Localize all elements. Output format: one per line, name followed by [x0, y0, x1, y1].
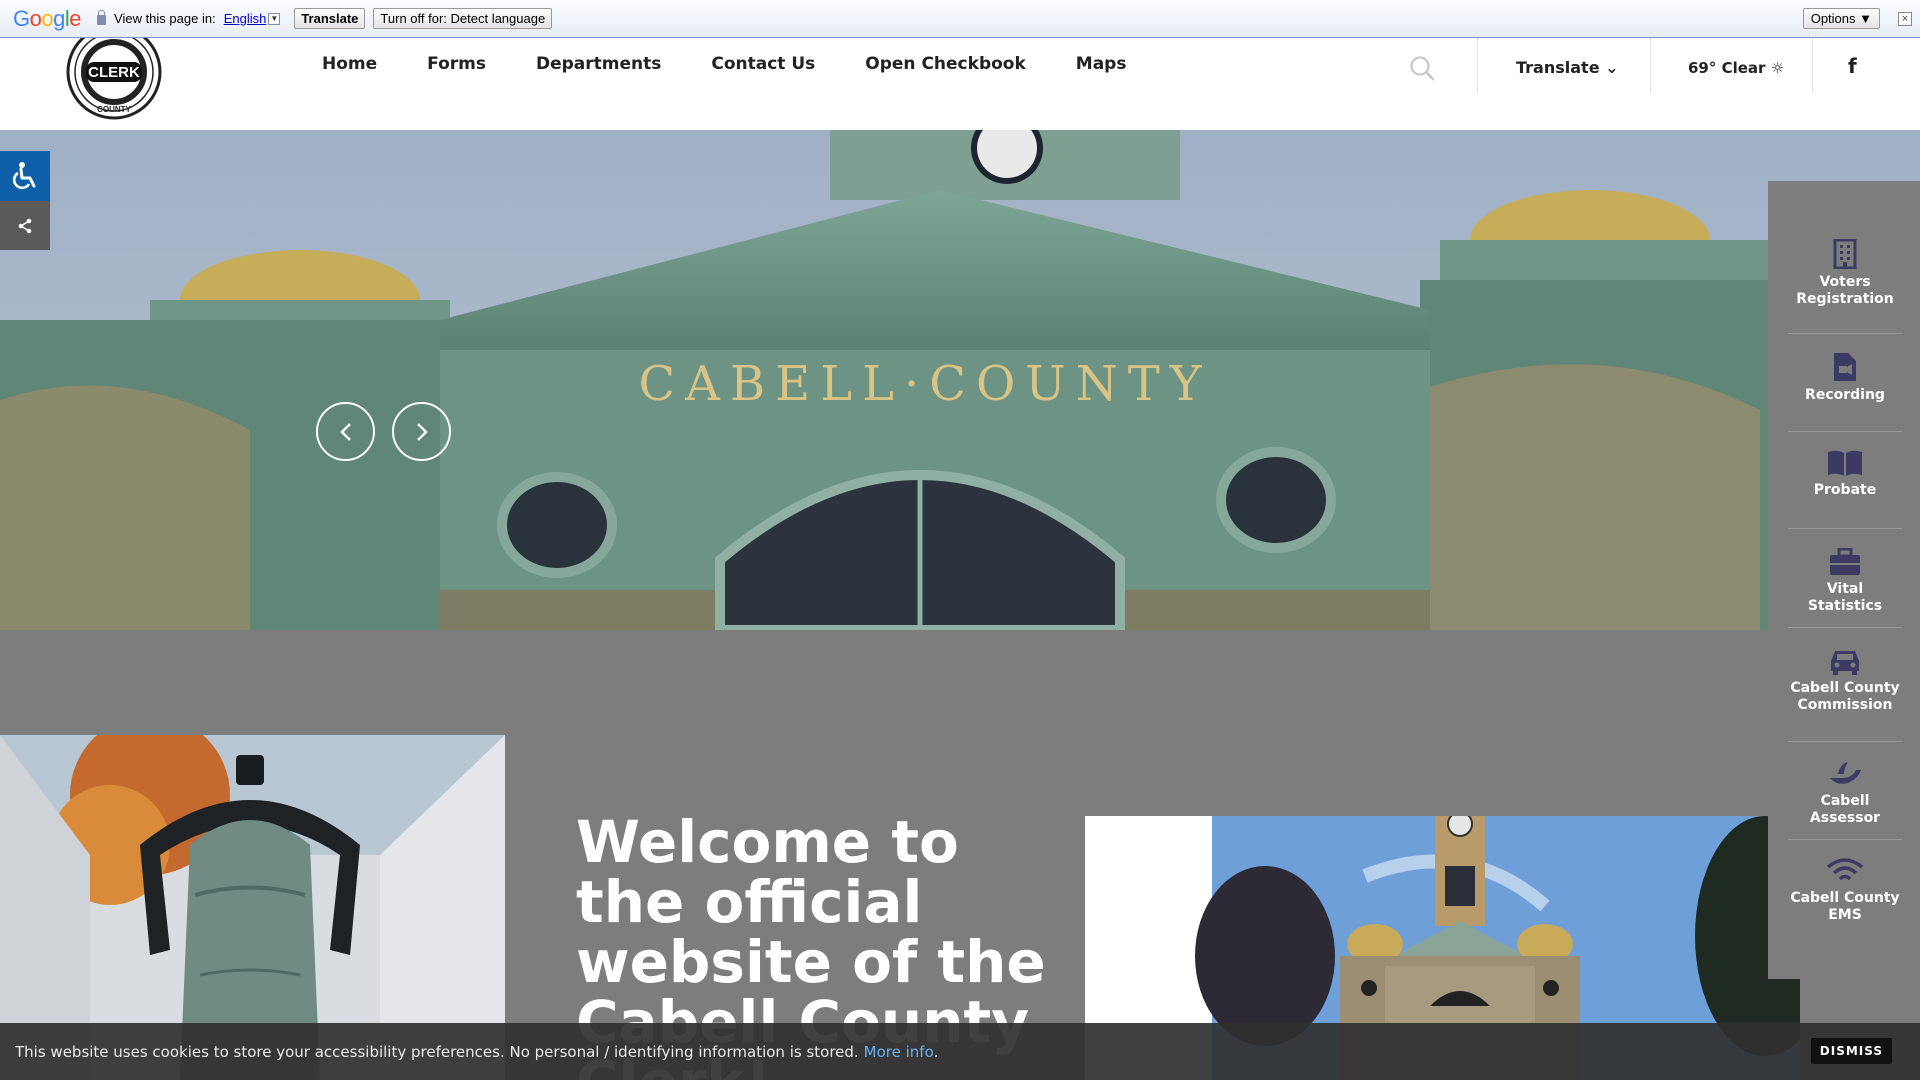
logo-text: CLERK: [88, 64, 140, 81]
quick-link-label: Cabell Assessor: [1809, 793, 1881, 826]
close-icon[interactable]: ×: [1898, 12, 1912, 26]
chevron-left-icon: [339, 422, 351, 441]
site-header: CLERK COUNTY Home Forms Departments Cont…: [0, 38, 1920, 130]
quick-link-label: Cabell County Commission: [1790, 680, 1900, 713]
cookie-banner: This website uses cookies to store your …: [0, 1023, 1920, 1080]
quick-link-voters-registration[interactable]: Voters Registration: [1788, 239, 1902, 334]
quick-link-label: Cabell County EMS: [1790, 890, 1900, 923]
nav-contact-us[interactable]: Contact Us: [711, 54, 815, 74]
nav-home[interactable]: Home: [322, 54, 377, 74]
turn-off-translate-button[interactable]: Turn off for: Detect language: [373, 8, 553, 29]
google-logo: Google: [13, 5, 82, 31]
dismiss-button[interactable]: DISMISS: [1810, 1038, 1892, 1064]
hero-slider: CABELL·COUNTY: [0, 130, 1920, 630]
car-icon: [1831, 651, 1859, 675]
language-select[interactable]: English: [224, 11, 267, 26]
quick-link-cabell-assessor[interactable]: Cabell Assessor: [1788, 760, 1902, 840]
translate-button[interactable]: Translate: [294, 8, 366, 29]
book-icon: [1828, 450, 1862, 476]
slider-next-button[interactable]: [392, 402, 451, 461]
accessibility-button[interactable]: [0, 151, 50, 201]
building-icon: [1833, 239, 1857, 269]
file-video-icon: [1834, 353, 1856, 381]
quick-link-recording[interactable]: Recording: [1788, 352, 1902, 432]
main-nav: Home Forms Departments Contact Us Open C…: [322, 54, 1176, 74]
header-divider: [1812, 38, 1813, 94]
google-translate-bar: Google View this page in: English ▼ Tran…: [0, 0, 1920, 38]
translate-prompt: View this page in:: [114, 11, 216, 26]
slider-prev-button[interactable]: [316, 402, 375, 461]
quick-link-cabell-county-ems[interactable]: Cabell County EMS: [1788, 857, 1902, 952]
options-button[interactable]: Options ▼: [1802, 8, 1880, 29]
hand-icon: [1830, 762, 1861, 784]
weather-widget[interactable]: 69° Clear ☼: [1688, 59, 1784, 77]
nav-maps[interactable]: Maps: [1076, 54, 1127, 74]
lock-icon: [97, 9, 107, 25]
quick-links-panel: Voters Registration Recording Probate Vi…: [1768, 181, 1920, 979]
wheelchair-icon: [12, 162, 36, 190]
quick-link-label: Probate: [1813, 482, 1877, 498]
building-sign: CABELL·COUNTY: [639, 356, 1212, 412]
search-icon[interactable]: [1408, 54, 1436, 82]
nav-departments[interactable]: Departments: [536, 54, 661, 74]
more-info-link[interactable]: More info: [864, 1043, 934, 1061]
quick-link-vital-statistics[interactable]: Vital Statistics: [1788, 548, 1902, 628]
quick-link-label: Voters Registration: [1796, 274, 1894, 307]
wifi-icon: [1826, 858, 1864, 881]
language-label: English: [223, 11, 267, 26]
quick-link-label: Vital Statistics: [1807, 581, 1883, 614]
quick-link-probate[interactable]: Probate: [1788, 449, 1902, 529]
header-divider: [1650, 38, 1651, 94]
facebook-icon[interactable]: f: [1848, 54, 1857, 78]
nav-forms[interactable]: Forms: [427, 54, 486, 74]
quick-link-cabell-county-commission[interactable]: Cabell County Commission: [1788, 647, 1902, 742]
courthouse-image: CABELL·COUNTY: [0, 130, 1920, 630]
briefcase-icon: [1830, 548, 1860, 575]
cookie-message: This website uses cookies to store your …: [15, 1042, 859, 1061]
logo-ring-bottom: COUNTY: [97, 105, 131, 114]
nav-open-checkbook[interactable]: Open Checkbook: [865, 54, 1026, 74]
quick-link-label: Recording: [1805, 387, 1885, 403]
share-button[interactable]: [0, 201, 50, 250]
chevron-right-icon: [416, 422, 428, 441]
share-icon: [18, 218, 32, 233]
cookie-period: .: [933, 1042, 939, 1061]
dropdown-arrow-icon[interactable]: ▼: [268, 12, 281, 25]
clerk-logo[interactable]: CLERK COUNTY: [62, 38, 164, 121]
translate-dropdown[interactable]: Translate ⌄: [1516, 58, 1619, 77]
header-divider: [1477, 38, 1478, 94]
